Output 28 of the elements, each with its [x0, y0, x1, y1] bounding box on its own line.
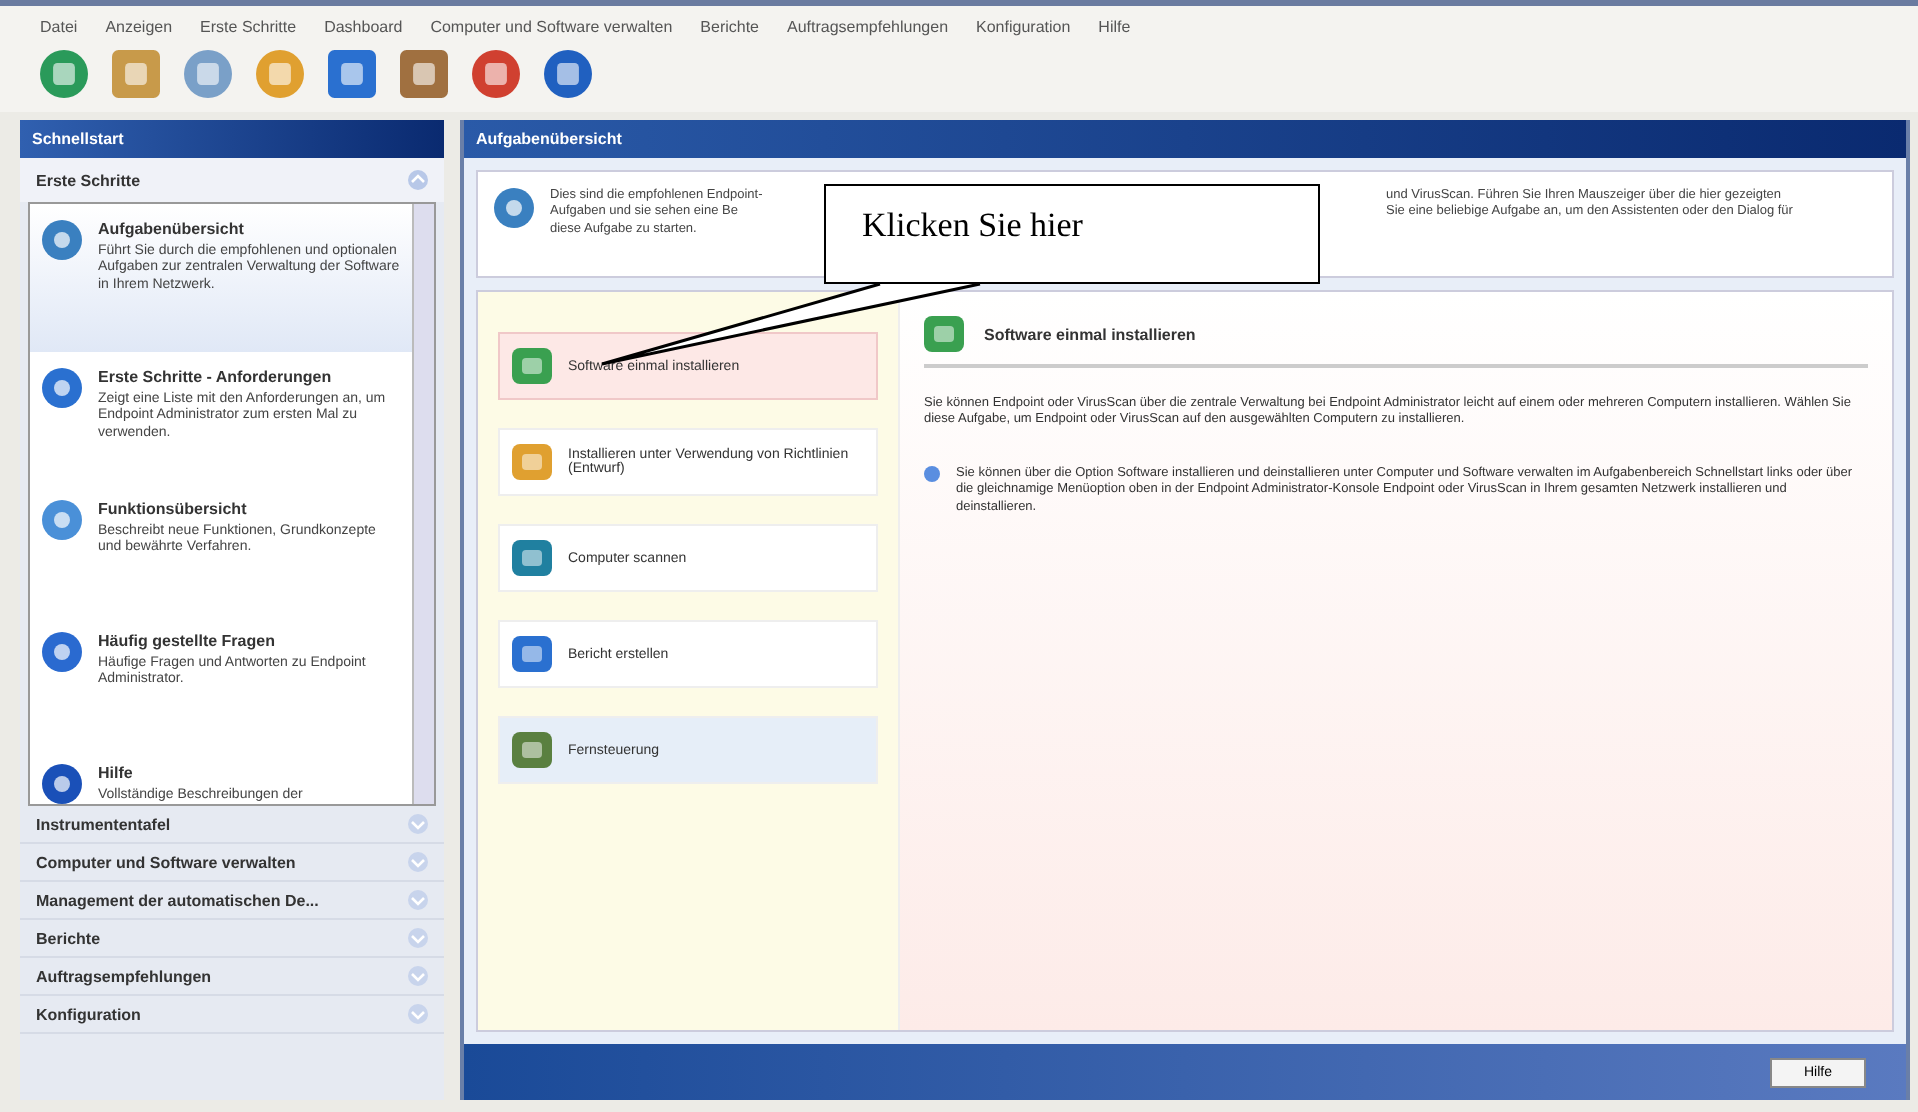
menu-item[interactable]: Berichte	[700, 18, 760, 36]
scrollbar[interactable]	[412, 204, 434, 804]
section-title[interactable]: Erste Schritte	[36, 171, 141, 189]
sidebar-group[interactable]: Auftragsempfehlungen	[20, 958, 444, 996]
menu-item[interactable]: Computer und Software verwalten	[430, 18, 673, 36]
menu-item[interactable]: Auftragsempfehlungen	[787, 18, 949, 36]
detail-title: Software einmal installieren	[984, 325, 1196, 343]
panel-title: Aufgabenübersicht	[464, 120, 1906, 158]
sidebar-group[interactable]: Konfiguration	[20, 996, 444, 1034]
item-title: Häufig gestellte Fragen	[98, 632, 277, 650]
item-title: Hilfe	[98, 764, 135, 782]
menu-item[interactable]: Datei	[40, 18, 78, 36]
menu-item[interactable]: Hilfe	[1098, 18, 1131, 36]
menu-item[interactable]: Konfiguration	[976, 18, 1071, 36]
info-dot-icon	[924, 465, 940, 482]
callout-box: Klicken Sie hier	[824, 184, 1320, 284]
item-title: Erste Schritte - Anforderungen	[98, 368, 334, 386]
collapse-icon[interactable]	[408, 170, 428, 190]
menu-item[interactable]: Dashboard	[324, 18, 403, 36]
sidebar-group[interactable]: Computer und Software verwalten	[20, 844, 444, 882]
menu-item[interactable]: Erste Schritte	[200, 18, 297, 36]
item-title: Aufgabenübersicht	[98, 220, 246, 238]
sidebar-title: Schnellstart	[20, 120, 444, 158]
menu-item[interactable]: Anzeigen	[105, 18, 173, 36]
sidebar-group[interactable]: Management der automatischen De...	[20, 882, 444, 920]
item-title: Funktionsübersicht	[98, 500, 249, 518]
sidebar-group[interactable]: Berichte	[20, 920, 444, 958]
sidebar-group[interactable]: Instrumententafel	[20, 806, 444, 844]
